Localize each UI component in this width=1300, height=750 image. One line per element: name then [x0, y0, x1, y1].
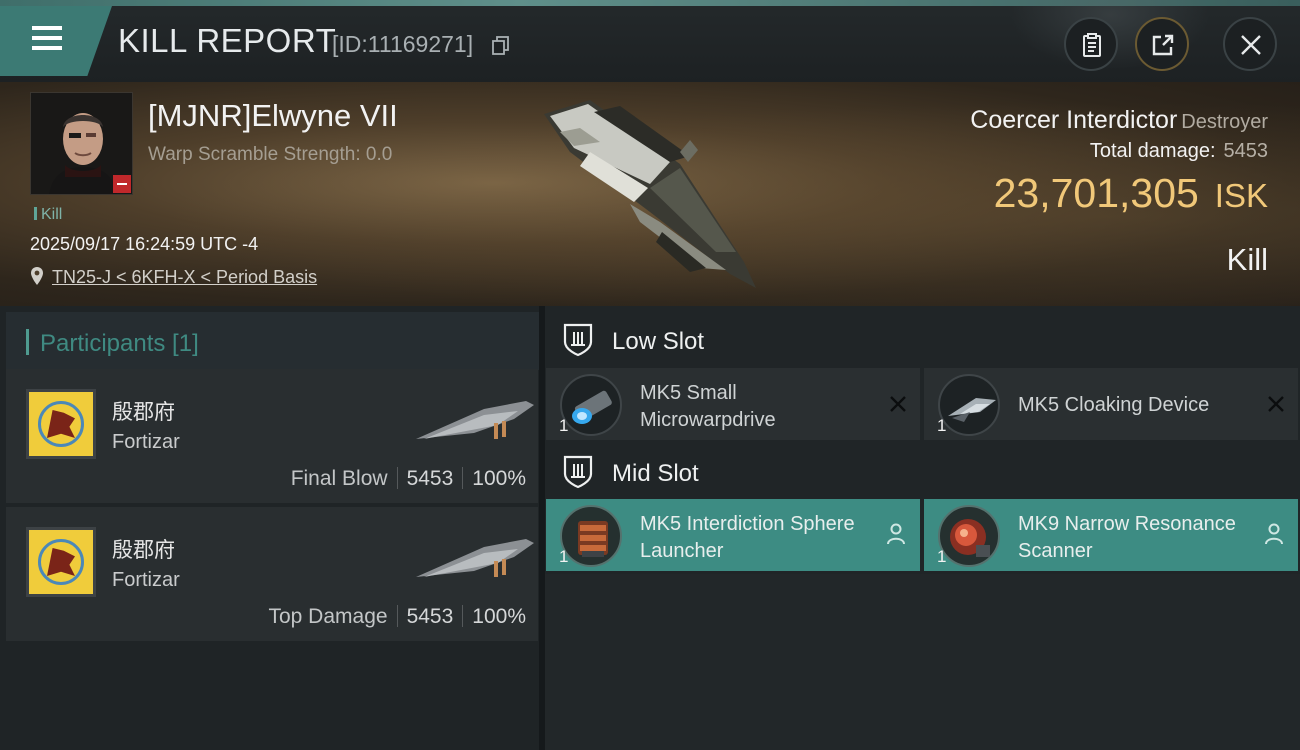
participant-role: Top Damage — [268, 605, 388, 628]
microwarpdrive-icon — [560, 374, 622, 436]
clipboard-icon — [1083, 33, 1101, 57]
participant-row[interactable]: 殷郡府 Fortizar Top Damage 5453 100% — [6, 507, 538, 641]
remove-icon[interactable] — [1266, 394, 1286, 414]
module-quantity: 1 — [559, 416, 569, 435]
close-icon — [1241, 35, 1261, 55]
kill-tag: Kill — [34, 206, 62, 224]
low-slot-header: Low Slot — [545, 308, 1300, 370]
fitting-panel: Low Slot 1 MK5 Small Microwarpdrive 1 MK… — [545, 306, 1300, 750]
victim-pilot-name[interactable]: [MJNR]Elwyne VII — [148, 98, 398, 134]
victim-avatar[interactable] — [30, 92, 133, 195]
total-damage-value: 5453 — [1223, 140, 1269, 162]
victim-ship-name[interactable]: Coercer Interdictor Destroyer — [970, 106, 1268, 135]
cloaking-device-icon — [938, 374, 1000, 436]
low-slot-title: Low Slot — [612, 328, 705, 355]
mid-slot-title: Mid Slot — [612, 460, 699, 487]
participant-damage: 5453 — [406, 605, 454, 628]
participant-damage: 5453 — [406, 467, 454, 490]
participant-ship: Fortizar — [112, 569, 180, 591]
clipboard-button[interactable] — [1064, 17, 1118, 71]
participant-percent: 100% — [472, 605, 526, 628]
corp-logo — [26, 527, 96, 597]
mid-slot-icon — [563, 455, 593, 489]
module-quantity: 1 — [937, 416, 947, 435]
kill-outcome: Kill — [1226, 242, 1268, 277]
kill-location[interactable]: TN25-J < 6KFH-X < Period Basis — [30, 266, 317, 288]
resonance-scanner-icon — [938, 505, 1000, 567]
warp-scramble-strength: Warp Scramble Strength: 0.0 — [148, 144, 393, 165]
isk-amount: 23,701,305 — [993, 170, 1199, 216]
participants-title: Participants [1] — [40, 330, 199, 357]
participant-stats: Top Damage 5453 100% — [268, 605, 526, 629]
module-quantity: 1 — [559, 547, 569, 566]
participant-stats: Final Blow 5453 100% — [291, 467, 526, 491]
page-title: KILL REPORT — [118, 22, 337, 59]
module-name: MK5 Cloaking Device — [1018, 394, 1210, 416]
person-icon[interactable] — [886, 523, 906, 545]
victim-ship-image[interactable] — [530, 92, 770, 302]
participant-role: Final Blow — [290, 467, 388, 490]
report-id: [ID:11169271] — [332, 31, 474, 57]
module-item[interactable]: 1 MK5 Interdiction Sphere Launcher — [546, 499, 920, 571]
participant-percent: 100% — [472, 467, 526, 490]
mid-slot-header: Mid Slot — [545, 440, 1300, 502]
corp-logo — [26, 389, 96, 459]
isk-value: 23,701,305 ISK — [994, 170, 1268, 217]
close-button[interactable] — [1223, 17, 1277, 71]
fitting-empty-area — [545, 574, 1300, 750]
participant-ship-image — [416, 539, 534, 577]
participant-ship: Fortizar — [112, 431, 180, 453]
participant-row[interactable]: 殷郡府 Fortizar Final Blow 5453 100% — [6, 369, 538, 503]
victim-banner: [MJNR]Elwyne VII Warp Scramble Strength:… — [0, 82, 1300, 306]
low-slot-icon — [563, 323, 593, 357]
kill-datetime: 2025/09/17 16:24:59 UTC -4 — [30, 234, 259, 254]
person-icon[interactable] — [1264, 523, 1284, 545]
remove-icon[interactable] — [888, 394, 908, 414]
share-icon — [1152, 34, 1174, 56]
menu-button[interactable] — [0, 6, 112, 76]
copy-icon[interactable] — [492, 36, 510, 56]
ship-type-name: Coercer Interdictor — [970, 106, 1178, 134]
module-item[interactable]: 1 MK9 Narrow Resonance Scanner — [924, 499, 1298, 571]
header-bar: KILL REPORT [ID:11169271] — [0, 0, 1300, 82]
participant-name: 殷郡府 — [112, 400, 175, 424]
module-quantity: 1 — [937, 547, 947, 566]
module-name: MK5 Small Microwarpdrive — [640, 382, 776, 431]
total-damage: Total damage: 5453 — [1089, 140, 1269, 162]
ship-class: Destroyer — [1181, 111, 1268, 133]
standing-negative-badge — [113, 175, 131, 193]
location-pin-icon — [31, 267, 43, 285]
interdiction-sphere-launcher-icon — [560, 505, 622, 567]
module-name: MK9 Narrow Resonance Scanner — [1018, 513, 1236, 562]
module-name: MK5 Interdiction Sphere Launcher — [640, 513, 855, 562]
participant-ship-image — [416, 401, 534, 439]
share-button[interactable] — [1135, 17, 1189, 71]
module-item[interactable]: 1 MK5 Small Microwarpdrive — [546, 368, 920, 440]
module-item[interactable]: 1 MK5 Cloaking Device — [924, 368, 1298, 440]
isk-unit: ISK — [1214, 177, 1268, 214]
participants-header: Participants [1] — [6, 312, 540, 370]
participants-panel: Participants [1] 殷郡府 Fortizar Final Blow… — [0, 306, 540, 750]
location-link[interactable]: TN25-J < 6KFH-X < Period Basis — [52, 267, 317, 287]
participant-name: 殷郡府 — [112, 538, 175, 562]
